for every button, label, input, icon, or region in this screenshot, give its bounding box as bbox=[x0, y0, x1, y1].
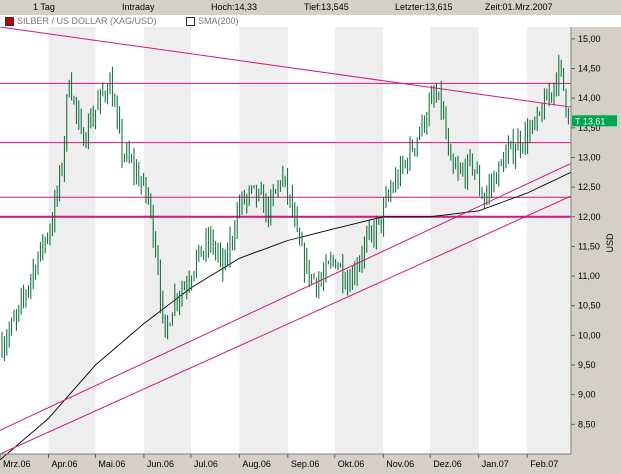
x-tick-label: Dez.06 bbox=[433, 459, 462, 469]
mode-label[interactable]: Intraday bbox=[122, 2, 155, 12]
y-tick-label: 9,00 bbox=[578, 390, 596, 400]
y-tick-label: 10,50 bbox=[578, 301, 601, 311]
x-tick-label: Apr.06 bbox=[51, 459, 77, 469]
y-tick-label: 10,00 bbox=[578, 330, 601, 340]
x-tick-label: Mai.06 bbox=[98, 459, 125, 469]
x-tick-label: Mrz.06 bbox=[3, 459, 31, 469]
high-value: Hoch:14,33 bbox=[211, 2, 258, 12]
x-tick-label: Feb.07 bbox=[530, 459, 558, 469]
legend-series: SILBER / US DOLLAR (XAG/USD) bbox=[17, 16, 157, 26]
legend: SILBER / US DOLLAR (XAG/USD) SMA(200) bbox=[0, 15, 621, 27]
info-bar: 1 Tag Intraday Hoch:14,33 Tief:13,545 Le… bbox=[0, 0, 621, 16]
y-tick-label: 14,50 bbox=[578, 64, 601, 74]
last-price-marker: T 13,61 bbox=[572, 115, 617, 127]
sma-color-swatch bbox=[186, 17, 195, 26]
y-tick-label: 9,50 bbox=[578, 360, 596, 370]
y-tick-label: 13,00 bbox=[578, 152, 601, 162]
last-value: Letzter:13,615 bbox=[395, 2, 453, 12]
x-tick-label: Jul.06 bbox=[194, 459, 218, 469]
x-tick-label: Sep.06 bbox=[291, 459, 320, 469]
x-tick-label: Nov.06 bbox=[386, 459, 414, 469]
month-band bbox=[143, 27, 191, 454]
y-tick-label: 12,00 bbox=[578, 212, 601, 222]
y-tick-label: 8,50 bbox=[578, 419, 596, 429]
legend-sma: SMA(200) bbox=[198, 16, 239, 26]
y-tick-label: 11,50 bbox=[578, 241, 600, 251]
y-axis-label: USD bbox=[605, 233, 615, 253]
low-value: Tief:13,545 bbox=[304, 2, 349, 12]
month-band bbox=[239, 27, 288, 454]
x-tick-label: Aug.06 bbox=[242, 459, 271, 469]
y-tick-label: 12,50 bbox=[578, 182, 601, 192]
series-color-swatch bbox=[5, 17, 14, 26]
x-tick-label: Jun.06 bbox=[147, 459, 174, 469]
y-tick-label: 14,00 bbox=[578, 93, 601, 103]
period-label[interactable]: 1 Tag bbox=[33, 2, 55, 12]
last-price-label: T 13,61 bbox=[575, 116, 605, 126]
x-tick-label: Jan.07 bbox=[482, 459, 509, 469]
y-tick-label: 11,00 bbox=[578, 271, 600, 281]
price-chart[interactable]: 8,50 9,00 9,50 10,00 10,50 11,00 11,50 12,00 12,… bbox=[0, 27, 621, 474]
y-tick-label: 15,00 bbox=[578, 34, 601, 44]
x-tick-label: Okt.06 bbox=[338, 459, 365, 469]
time-value: Zeit:01.Mrz.2007 bbox=[485, 2, 553, 12]
